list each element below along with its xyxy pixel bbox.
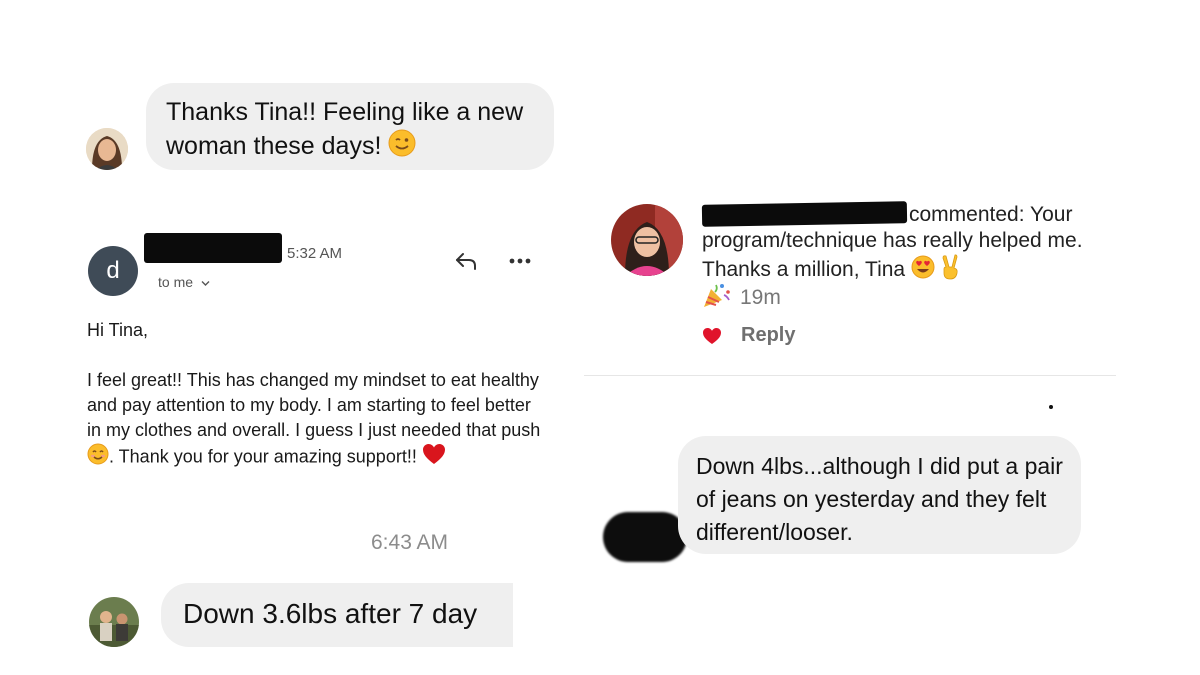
more-icon[interactable] <box>506 251 534 271</box>
heart-icon[interactable] <box>702 327 722 350</box>
email-greeting: Hi Tina, <box>87 320 149 340</box>
comment-time: 19m <box>740 286 781 309</box>
email-sender-avatar[interactable]: d <box>88 246 138 296</box>
chevron-down-icon <box>201 274 210 290</box>
comment-text: commented: Your program/technique has re… <box>702 202 1112 287</box>
message-timestamp: 6:43 AM <box>371 531 449 554</box>
email-body-main: I feel great!! This has changed my minds… <box>87 370 541 440</box>
smiling-face-emoji <box>87 443 109 472</box>
winking-face-emoji <box>388 129 416 166</box>
commenter-avatar[interactable] <box>611 204 683 276</box>
comment-meta: 19m <box>702 281 781 315</box>
message-bubble-right: Down 4lbs...although I did put a pair of… <box>678 436 1081 554</box>
reply-button[interactable]: Reply <box>741 324 795 347</box>
message-text-right: Down 4lbs...although I did put a pair of… <box>696 453 1063 545</box>
small-dot <box>1049 405 1053 409</box>
reply-icon[interactable] <box>452 249 480 273</box>
email-body-end: . Thank you for your amazing support!! <box>109 446 417 467</box>
red-heart-emoji <box>422 443 446 472</box>
message-bubble-bottom: Down 3.6lbs after 7 day <box>161 583 513 647</box>
email-time: 5:32 AM <box>287 245 343 262</box>
email-recipient[interactable]: to me <box>158 274 210 290</box>
comment-body: commented: Your program/technique has re… <box>702 203 1083 282</box>
redacted-sender-name <box>144 233 282 263</box>
party-popper-emoji <box>702 281 732 315</box>
email-avatar-letter: d <box>106 257 120 284</box>
message-text-top: Thanks Tina!! Feeling like a new woman t… <box>166 98 524 161</box>
divider <box>584 375 1116 376</box>
email-body: Hi Tina, I feel great!! This has changed… <box>87 318 547 472</box>
heart-eyes-emoji <box>911 255 935 286</box>
avatar-top <box>86 128 128 170</box>
email-recipient-label: to me <box>158 274 194 290</box>
victory-hand-emoji <box>941 254 961 287</box>
message-bubble-top: Thanks Tina!! Feeling like a new woman t… <box>146 83 554 170</box>
email-paragraph: I feel great!! This has changed my minds… <box>87 368 547 472</box>
message-text-bottom: Down 3.6lbs after 7 day <box>183 598 478 629</box>
avatar-right-redacted <box>603 512 687 562</box>
avatar-bottom <box>89 597 139 647</box>
